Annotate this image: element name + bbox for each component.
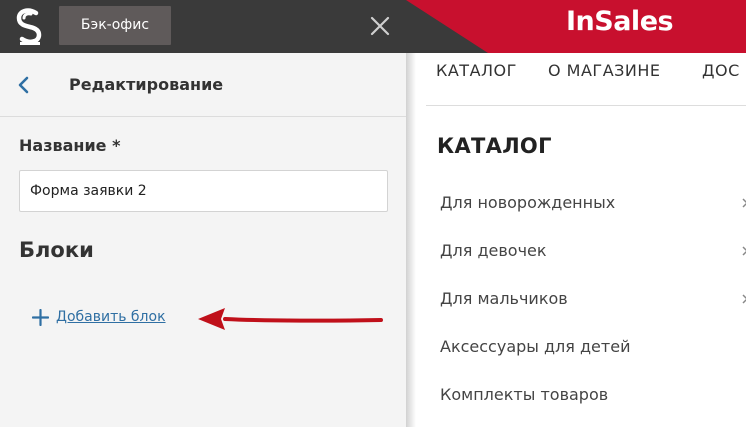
editor-title: Редактирование [69,75,224,94]
brand-logo[interactable]: InSales [566,6,674,37]
category-item[interactable]: Для мальчиков [440,289,568,308]
blocks-section-title: Блоки [19,238,94,262]
editor-header: Редактирование [0,53,406,117]
backoffice-button[interactable]: Бэк-офис [59,6,171,45]
site-nav: КАТАЛОГ О МАГАЗИНЕ ДОС [426,53,746,106]
name-field-label: Название * [19,136,121,155]
nav-divider [426,105,746,106]
logo-icon[interactable] [14,6,46,46]
add-block-button[interactable]: Добавить блок [32,306,166,328]
category-item[interactable]: Аксессуары для детей [440,337,630,356]
name-field[interactable] [19,170,388,212]
back-chevron-icon[interactable] [16,75,32,95]
editor-topbar: Бэк-офис [0,0,406,53]
annotation-arrow [198,308,383,330]
panel-shadow [406,53,416,427]
category-item[interactable]: Для новорожденных [440,193,615,212]
header-divider [0,116,406,117]
add-block-link[interactable]: Добавить блок [56,309,166,325]
editor-panel: Бэк-офис Редактирование Название * Блоки… [0,0,406,427]
nav-about[interactable]: О МАГАЗИНЕ [548,61,661,80]
category-item[interactable]: Комплекты товаров [440,385,608,404]
chevron-right-icon [742,246,746,256]
chevron-right-icon [742,198,746,208]
catalog-title: КАТАЛОГ [437,134,552,158]
plus-icon [32,308,49,326]
close-icon[interactable] [368,14,392,38]
nav-catalog[interactable]: КАТАЛОГ [436,61,517,80]
chevron-right-icon [742,294,746,304]
category-item[interactable]: Для девочек [440,241,547,260]
nav-delivery[interactable]: ДОС [702,61,740,80]
